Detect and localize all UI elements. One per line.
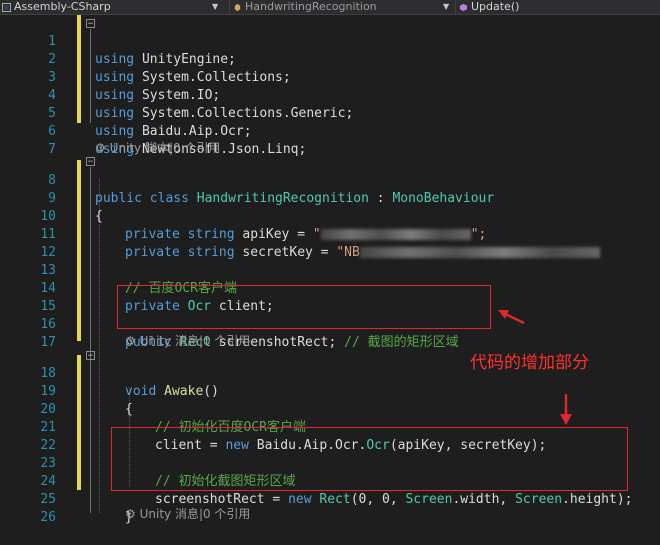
code-line: 6 using Newtonsoft.Json.Linq; — [0, 105, 660, 157]
code-editor[interactable]: − − − 1 using UnityEngine; 2 using Syste… — [0, 15, 660, 525]
code-line: 4 using System.Collections.Generic; — [0, 69, 660, 121]
unity-icon: ⚙ — [95, 141, 106, 155]
unity-icon: ⚙ — [125, 507, 136, 521]
codelens-hint[interactable]: ⚙ Unity 消息|0 个引用 — [125, 505, 250, 523]
class-scope-label: HandwritingRecognition — [245, 0, 377, 13]
code-line: 1 using UnityEngine; — [0, 15, 660, 67]
navigation-bar: Assembly-CSharp ▼ HandwritingRecognition… — [0, 0, 660, 15]
class-icon — [234, 3, 241, 11]
code-line: 8 public class HandwritingRecognition : … — [0, 154, 660, 206]
code-line: 5 using Baidu.Aip.Ocr; — [0, 87, 660, 139]
chevron-down-icon: ▼ — [212, 2, 219, 11]
code-line: 13 // 百度OCR客户端 — [0, 244, 660, 296]
code-line: 3 using System.IO; — [0, 51, 660, 103]
project-dropdown[interactable]: Assembly-CSharp ▼ — [2, 0, 227, 14]
annotation-box-field — [117, 285, 491, 329]
code-line: 11 private string secretKey = "NB — [0, 208, 660, 260]
project-label: Assembly-CSharp — [14, 0, 111, 13]
annotation-arrow-icon — [498, 310, 525, 325]
code-line: 2 using System.Collections; — [0, 33, 660, 85]
code-line: 14 private Ocr client; — [0, 262, 660, 314]
annotation-box-init — [111, 427, 628, 491]
code-line: 10 private string apiKey = " "; — [0, 190, 660, 242]
method-icon — [459, 3, 468, 11]
unity-icon: ⚙ — [125, 334, 136, 348]
annotation-arrow-icon — [560, 394, 572, 425]
member-scope-dropdown[interactable]: Update() — [459, 0, 659, 14]
code-line: 26 — [0, 491, 660, 525]
csharp-project-icon — [2, 2, 11, 12]
code-line: 12 — [0, 226, 660, 260]
annotation-label: 代码的增加部分 — [470, 353, 589, 373]
chevron-down-icon: ▼ — [443, 2, 450, 11]
code-line: 9 { — [0, 172, 660, 224]
line-number: 26 — [40, 510, 56, 525]
class-scope-dropdown[interactable]: HandwritingRecognition ▼ — [233, 0, 453, 14]
member-scope-label: Update() — [471, 0, 520, 13]
